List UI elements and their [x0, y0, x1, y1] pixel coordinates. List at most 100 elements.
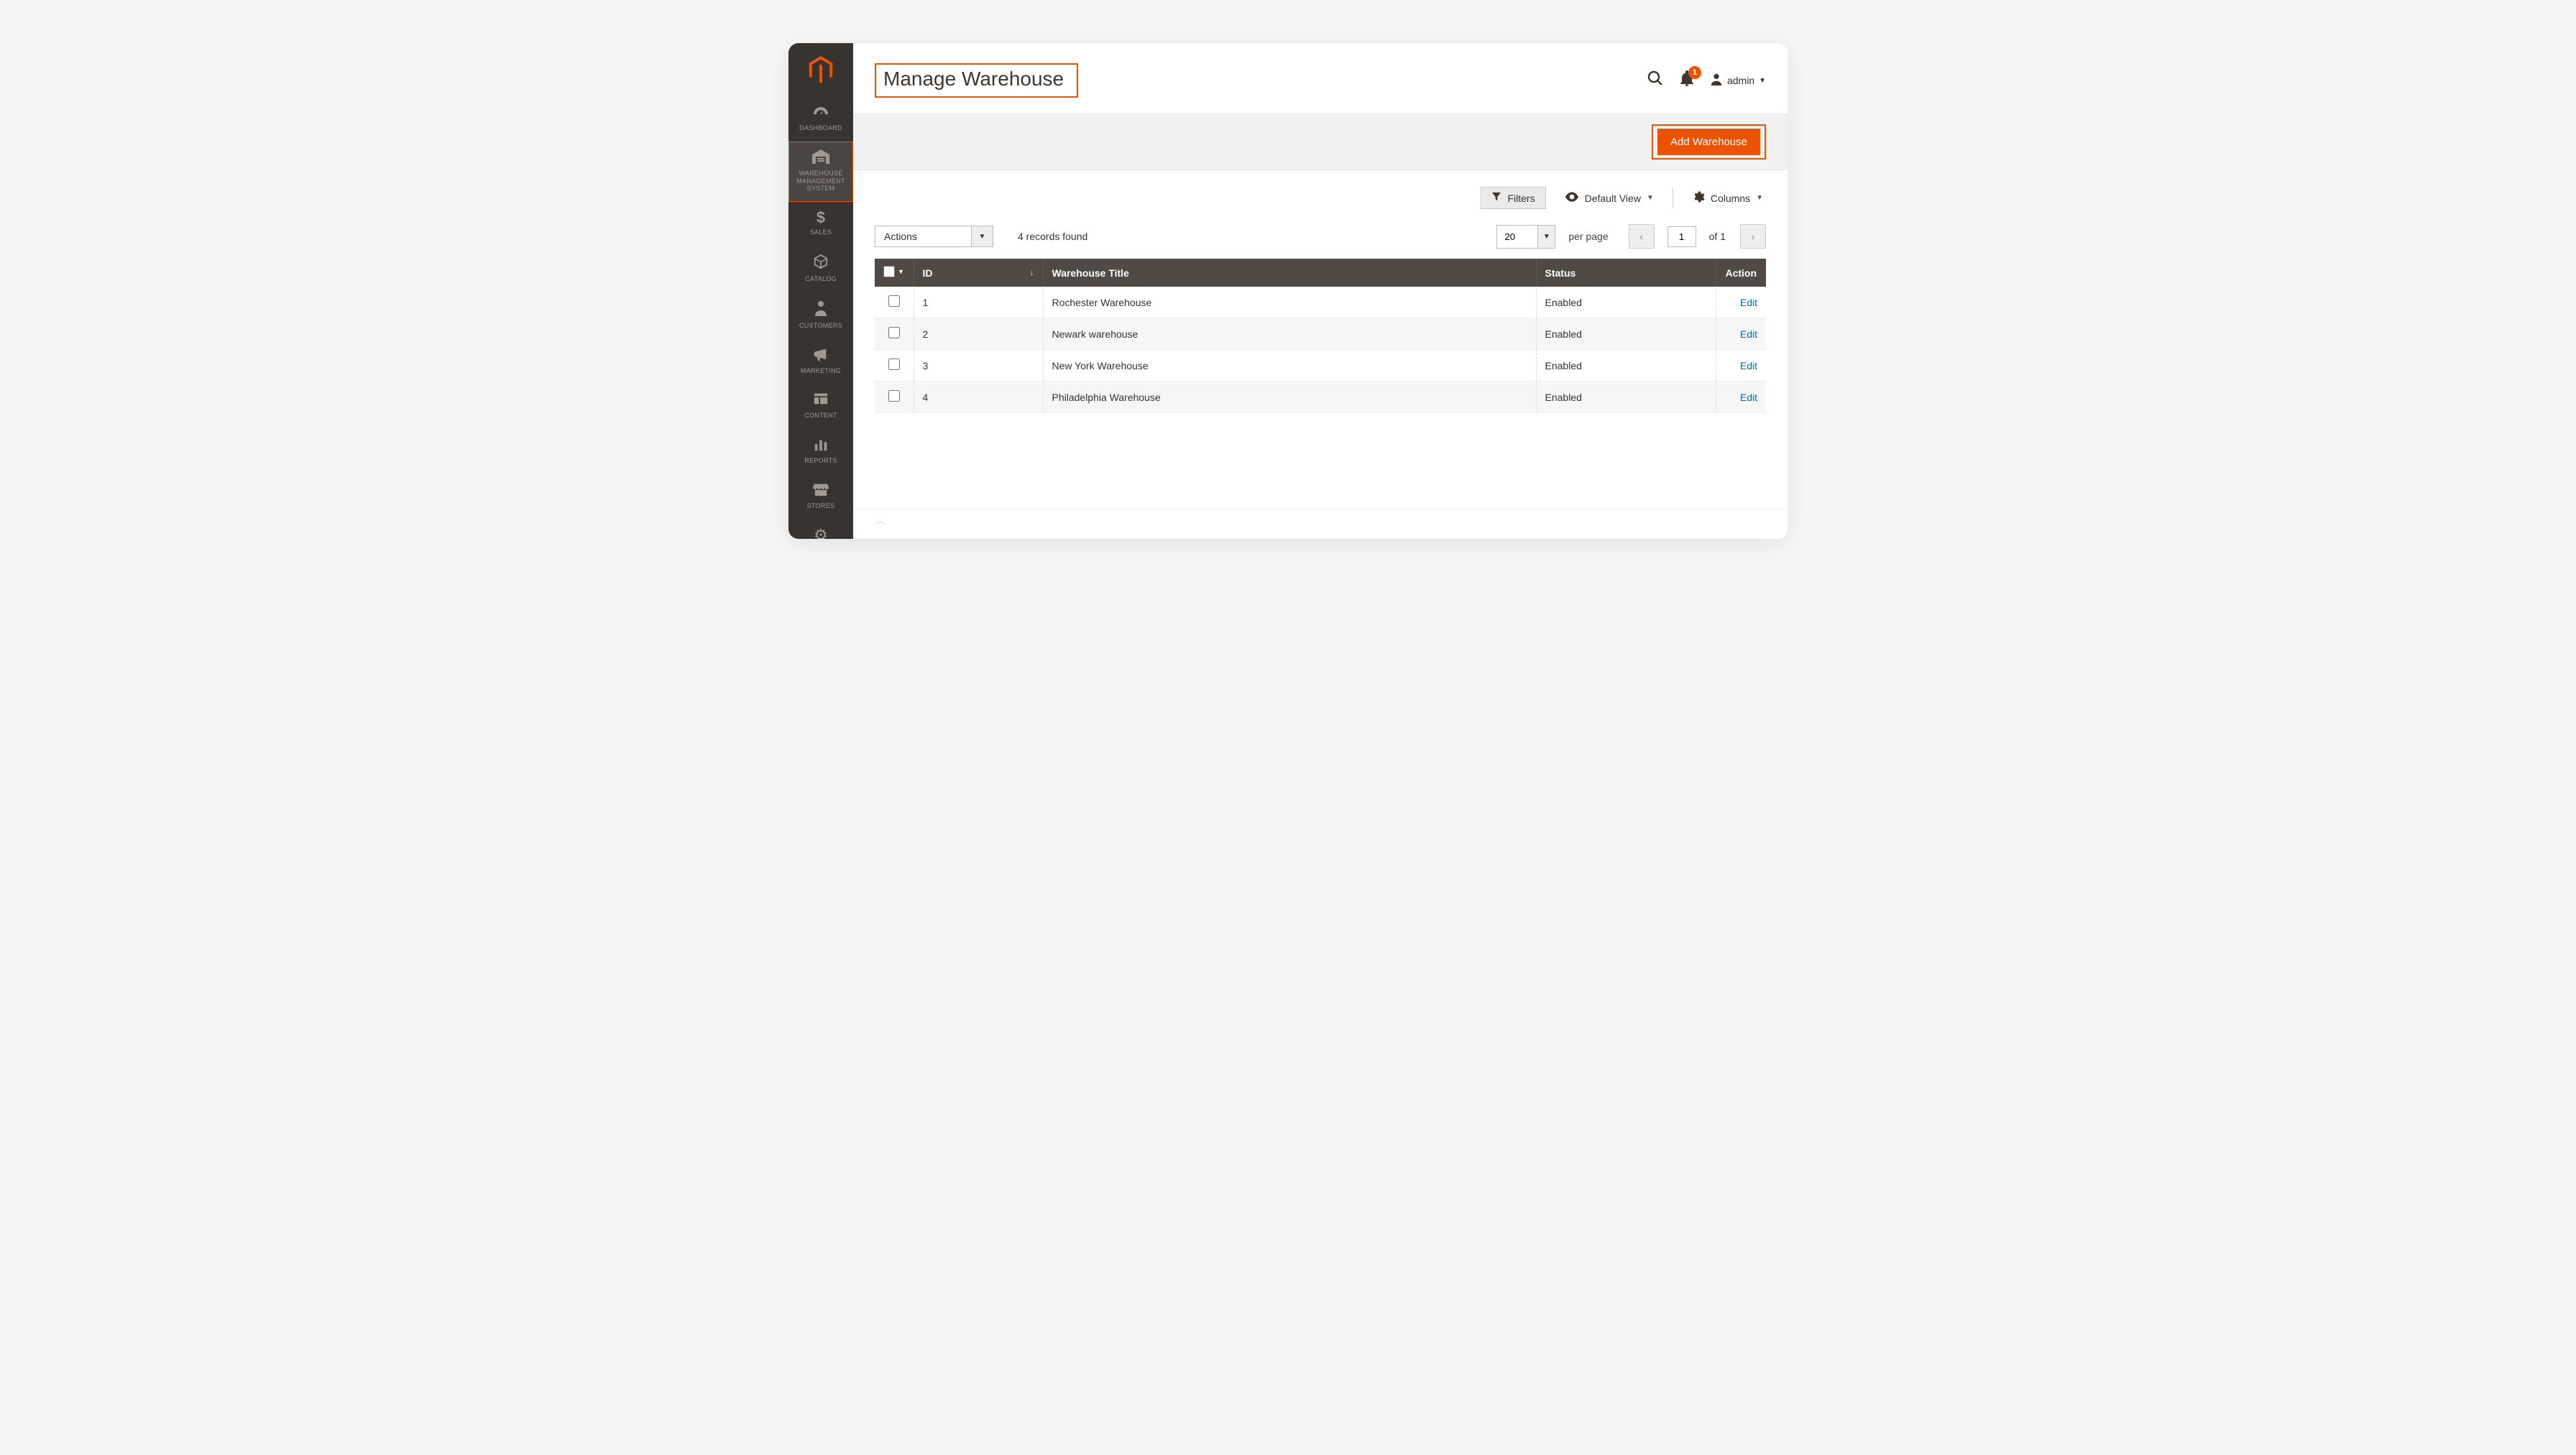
- notifications-button[interactable]: 1: [1680, 70, 1694, 91]
- funnel-icon: [1491, 192, 1501, 204]
- edit-link[interactable]: Edit: [1740, 328, 1757, 340]
- sidebar-item-dashboard[interactable]: DASHBOARD: [788, 98, 853, 142]
- cell-status: Enabled: [1536, 382, 1716, 413]
- cell-id: 3: [914, 350, 1043, 382]
- sidebar-item-stores[interactable]: STORES: [788, 474, 853, 519]
- sidebar-item-label: STORES: [792, 502, 850, 510]
- add-warehouse-button[interactable]: Add Warehouse: [1657, 129, 1760, 155]
- admin-sidebar: DASHBOARD WAREHOUSE MANAGEMENT SYSTEM $ …: [788, 43, 853, 539]
- magento-logo: [788, 43, 853, 98]
- gear-icon: [1692, 190, 1705, 205]
- chevron-down-icon: ▼: [1756, 194, 1763, 202]
- cell-status: Enabled: [1536, 350, 1716, 382]
- total-pages-text: of 1: [1709, 231, 1726, 242]
- gear-icon: ⚙: [792, 527, 850, 539]
- per-page-dropdown[interactable]: ▼: [1538, 225, 1555, 249]
- cell-title: New York Warehouse: [1043, 350, 1536, 382]
- chevron-down-icon: ▼: [1647, 194, 1654, 202]
- sidebar-item-system[interactable]: ⚙: [788, 519, 853, 539]
- page-title: Manage Warehouse: [875, 63, 1078, 98]
- row-checkbox[interactable]: [888, 359, 900, 370]
- column-header-title[interactable]: Warehouse Title: [1043, 259, 1536, 287]
- layout-icon: [792, 392, 850, 409]
- edit-link[interactable]: Edit: [1740, 297, 1757, 308]
- column-header-select[interactable]: ▼: [875, 259, 914, 287]
- main-content: Manage Warehouse 1: [853, 43, 1788, 539]
- footer-brand: Magento: [1680, 524, 1722, 535]
- row-checkbox[interactable]: [888, 390, 900, 402]
- column-header-action: Action: [1716, 259, 1766, 287]
- bar-chart-icon: [792, 437, 850, 454]
- cell-status: Enabled: [1536, 318, 1716, 350]
- chevron-down-icon: ▼: [1759, 77, 1766, 85]
- notification-badge: 1: [1688, 66, 1701, 79]
- columns-dropdown[interactable]: Columns ▼: [1689, 186, 1766, 210]
- eye-icon: [1565, 192, 1579, 204]
- dollar-icon: $: [792, 210, 850, 226]
- cell-id: 4: [914, 382, 1043, 413]
- page-footer: Copyright © 2019 Magento Commerce Inc. A…: [853, 509, 1788, 539]
- columns-label: Columns: [1711, 193, 1750, 204]
- next-page-button[interactable]: ›: [1740, 224, 1766, 249]
- table-row: 2Newark warehouseEnabledEdit: [875, 318, 1766, 350]
- edit-link[interactable]: Edit: [1740, 360, 1757, 371]
- sidebar-item-reports[interactable]: REPORTS: [788, 429, 853, 474]
- per-page-input[interactable]: [1496, 225, 1538, 249]
- sidebar-item-label: WAREHOUSE MANAGEMENT SYSTEM: [792, 170, 850, 193]
- copyright-text: Copyright © 2019 Magento Commerce Inc. A…: [893, 524, 1170, 535]
- magento-footer-icon: [875, 521, 886, 537]
- row-checkbox[interactable]: [888, 295, 900, 307]
- storefront-icon: [792, 482, 850, 499]
- sidebar-item-label: CUSTOMERS: [792, 322, 850, 330]
- default-view-dropdown[interactable]: Default View ▼: [1562, 188, 1657, 208]
- warehouse-grid: ▼ ID ↓ Warehouse Title Status Action 1Ro…: [875, 259, 1766, 413]
- default-view-label: Default View: [1585, 193, 1641, 204]
- user-name: admin: [1727, 75, 1754, 86]
- column-header-id[interactable]: ID ↓: [914, 259, 1043, 287]
- user-icon: [1710, 73, 1723, 89]
- gauge-icon: [792, 106, 850, 121]
- select-all-checkbox[interactable]: [883, 266, 895, 277]
- per-page-label: per page: [1568, 231, 1608, 242]
- column-header-status[interactable]: Status: [1536, 259, 1716, 287]
- magento-logo-icon: [809, 62, 833, 89]
- edit-link[interactable]: Edit: [1740, 392, 1757, 403]
- row-checkbox[interactable]: [888, 327, 900, 338]
- cell-status: Enabled: [1536, 287, 1716, 318]
- cell-title: Newark warehouse: [1043, 318, 1536, 350]
- chevron-down-icon: ▼: [898, 268, 904, 275]
- sidebar-item-content[interactable]: CONTENT: [788, 384, 853, 429]
- sidebar-item-warehouse[interactable]: WAREHOUSE MANAGEMENT SYSTEM: [788, 142, 853, 202]
- cell-title: Rochester Warehouse: [1043, 287, 1536, 318]
- table-row: 4Philadelphia WarehouseEnabled Edit: [875, 382, 1766, 413]
- sidebar-item-sales[interactable]: $ SALES: [788, 202, 853, 246]
- page-number-input[interactable]: [1668, 226, 1696, 247]
- chevron-down-icon[interactable]: ▼: [972, 226, 993, 247]
- sidebar-item-marketing[interactable]: MARKETING: [788, 339, 853, 384]
- account-menu[interactable]: admin ▼: [1710, 73, 1766, 89]
- sidebar-item-customers[interactable]: CUSTOMERS: [788, 292, 853, 339]
- cell-id: 1: [914, 287, 1043, 318]
- filters-label: Filters: [1507, 193, 1535, 204]
- sidebar-item-label: CONTENT: [792, 412, 850, 420]
- sidebar-item-catalog[interactable]: CATALOG: [788, 246, 853, 292]
- footer-version: ver. 2.3.2: [1722, 524, 1766, 535]
- warehouse-icon: [792, 149, 850, 167]
- table-row: 3New York WarehouseEnabled Edit: [875, 350, 1766, 382]
- cell-title: Philadelphia Warehouse: [1043, 382, 1536, 413]
- sort-arrow-icon: ↓: [1030, 267, 1034, 277]
- filters-button[interactable]: Filters: [1481, 187, 1545, 209]
- add-warehouse-highlight: Add Warehouse: [1652, 124, 1766, 160]
- mass-actions-label: Actions: [875, 226, 972, 247]
- search-icon[interactable]: [1647, 70, 1664, 91]
- megaphone-icon: [792, 347, 850, 364]
- sidebar-item-label: DASHBOARD: [792, 124, 850, 132]
- cube-icon: [792, 254, 850, 272]
- sidebar-item-label: REPORTS: [792, 457, 850, 465]
- sidebar-item-label: CATALOG: [792, 275, 850, 283]
- table-row: 1Rochester WarehouseEnabled Edit: [875, 287, 1766, 318]
- prev-page-button[interactable]: ‹: [1629, 224, 1655, 249]
- sidebar-item-label: MARKETING: [792, 367, 850, 375]
- mass-actions-select[interactable]: Actions ▼: [875, 226, 993, 247]
- records-found-text: 4 records found: [1018, 231, 1087, 242]
